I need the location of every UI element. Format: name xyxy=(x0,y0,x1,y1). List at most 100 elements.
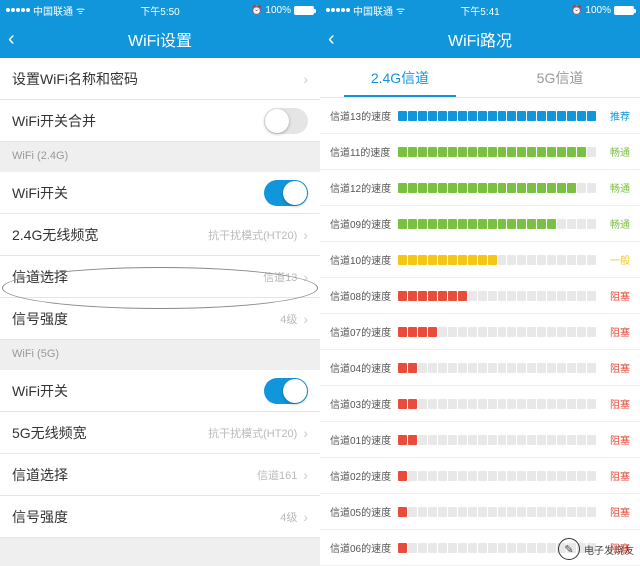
switch-wifi-5g[interactable] xyxy=(264,378,308,404)
channel-label: 信道01的速度 xyxy=(330,432,398,447)
settings-list: 设置WiFi名称和密码 › WiFi开关合并 WiFi (2.4G) WiFi开… xyxy=(0,58,320,538)
row-signal-5g[interactable]: 信号强度 4级 › xyxy=(0,496,320,538)
channel-bar xyxy=(398,111,596,121)
chevron-right-icon: › xyxy=(303,467,308,483)
section-header-5g: WiFi (5G) xyxy=(0,340,320,370)
channel-row[interactable]: 信道08的速度 阻塞 xyxy=(320,278,640,314)
switch-merge[interactable] xyxy=(264,108,308,134)
page-title: WiFi路况 xyxy=(448,27,512,51)
channel-status: 一般 xyxy=(600,252,630,267)
channel-status: 畅通 xyxy=(600,180,630,195)
channel-row[interactable]: 信道10的速度 一般 xyxy=(320,242,640,278)
chevron-right-icon: › xyxy=(303,509,308,525)
signal-dots-icon xyxy=(326,8,350,12)
channel-status: 畅通 xyxy=(600,144,630,159)
channel-label: 信道06的速度 xyxy=(330,540,398,555)
status-bar: 中国联通 ᯤ 下午5:41 ⏰ 100% xyxy=(320,0,640,20)
navbar: ‹ WiFi路况 xyxy=(320,20,640,58)
channel-bar xyxy=(398,291,596,301)
navbar: ‹ WiFi设置 xyxy=(0,20,320,58)
channel-row[interactable]: 信道04的速度 阻塞 xyxy=(320,350,640,386)
channel-row[interactable]: 信道03的速度 阻塞 xyxy=(320,386,640,422)
channel-label: 信道07的速度 xyxy=(330,324,398,339)
channel-bar xyxy=(398,363,596,373)
channel-status: 推荐 xyxy=(600,108,630,123)
row-wifi-switch-5g[interactable]: WiFi开关 xyxy=(0,370,320,412)
row-wifi-switch-24g[interactable]: WiFi开关 xyxy=(0,172,320,214)
channel-bar xyxy=(398,255,596,265)
phone-right: 中国联通 ᯤ 下午5:41 ⏰ 100% ‹ WiFi路况 2.4G信道 5G信… xyxy=(320,0,640,566)
channel-status: 阻塞 xyxy=(600,324,630,339)
channel-bar xyxy=(398,471,596,481)
channel-bar xyxy=(398,435,596,445)
chevron-right-icon: › xyxy=(303,71,308,87)
chevron-right-icon: › xyxy=(303,425,308,441)
channel-bar xyxy=(398,147,596,157)
row-bandwidth-5g[interactable]: 5G无线频宽 抗干扰模式(HT20) › xyxy=(0,412,320,454)
time-label: 下午5:50 xyxy=(140,3,179,18)
alarm-icon: ⏰ xyxy=(251,5,262,16)
channel-row[interactable]: 信道07的速度 阻塞 xyxy=(320,314,640,350)
battery-icon xyxy=(294,6,314,15)
channel-list: 信道13的速度推荐信道11的速度畅通信道12的速度畅通信道09的速度畅通信道10… xyxy=(320,98,640,566)
time-label: 下午5:41 xyxy=(460,3,499,18)
row-bandwidth-24g[interactable]: 2.4G无线频宽 抗干扰模式(HT20) › xyxy=(0,214,320,256)
carrier-label: 中国联通 xyxy=(353,3,393,18)
channel-bar xyxy=(398,183,596,193)
watermark-logo-icon: ✎ xyxy=(558,538,580,560)
battery-percent: 100% xyxy=(265,5,291,16)
row-signal-24g[interactable]: 信号强度 4级 › xyxy=(0,298,320,340)
channel-label: 信道04的速度 xyxy=(330,360,398,375)
channel-row[interactable]: 信道09的速度 畅通 xyxy=(320,206,640,242)
watermark-text: 电子发烧友 xyxy=(584,542,634,557)
battery-icon xyxy=(614,6,634,15)
watermark: ✎ 电子发烧友 xyxy=(558,538,634,560)
wifi-icon: ᯤ xyxy=(76,3,85,17)
section-header-24g: WiFi (2.4G) xyxy=(0,142,320,172)
channel-label: 信道03的速度 xyxy=(330,396,398,411)
row-switch-merge[interactable]: WiFi开关合并 xyxy=(0,100,320,142)
row-channel-5g[interactable]: 信道选择 信道161 › xyxy=(0,454,320,496)
channel-label: 信道13的速度 xyxy=(330,108,398,123)
channel-label: 信道11的速度 xyxy=(330,144,398,159)
row-name-password[interactable]: 设置WiFi名称和密码 › xyxy=(0,58,320,100)
channel-status: 阻塞 xyxy=(600,396,630,411)
channel-label: 信道10的速度 xyxy=(330,252,398,267)
row-channel-24g[interactable]: 信道选择 信道13 › xyxy=(0,256,320,298)
channel-label: 信道12的速度 xyxy=(330,180,398,195)
battery-percent: 100% xyxy=(585,5,611,16)
back-icon[interactable]: ‹ xyxy=(8,28,15,51)
carrier-label: 中国联通 xyxy=(33,3,73,18)
alarm-icon: ⏰ xyxy=(571,5,582,16)
channel-status: 阻塞 xyxy=(600,504,630,519)
back-icon[interactable]: ‹ xyxy=(328,28,335,51)
page-title: WiFi设置 xyxy=(128,27,192,51)
tab-5g[interactable]: 5G信道 xyxy=(480,58,640,97)
tab-24g[interactable]: 2.4G信道 xyxy=(320,58,480,97)
switch-wifi-24g[interactable] xyxy=(264,180,308,206)
channel-label: 信道09的速度 xyxy=(330,216,398,231)
channel-label: 信道08的速度 xyxy=(330,288,398,303)
channel-bar xyxy=(398,219,596,229)
channel-row[interactable]: 信道12的速度 畅通 xyxy=(320,170,640,206)
channel-bar xyxy=(398,507,596,517)
status-bar: 中国联通 ᯤ 下午5:50 ⏰ 100% xyxy=(0,0,320,20)
channel-status: 畅通 xyxy=(600,216,630,231)
channel-row[interactable]: 信道13的速度 推荐 xyxy=(320,98,640,134)
channel-row[interactable]: 信道11的速度 畅通 xyxy=(320,134,640,170)
channel-row[interactable]: 信道05的速度 阻塞 xyxy=(320,494,640,530)
tabs: 2.4G信道 5G信道 xyxy=(320,58,640,98)
signal-dots-icon xyxy=(6,8,30,12)
channel-status: 阻塞 xyxy=(600,360,630,375)
chevron-right-icon: › xyxy=(303,311,308,327)
channel-label: 信道05的速度 xyxy=(330,504,398,519)
channel-status: 阻塞 xyxy=(600,288,630,303)
channel-row[interactable]: 信道02的速度 阻塞 xyxy=(320,458,640,494)
channel-status: 阻塞 xyxy=(600,432,630,447)
chevron-right-icon: › xyxy=(303,269,308,285)
wifi-icon: ᯤ xyxy=(396,3,405,17)
channel-row[interactable]: 信道01的速度 阻塞 xyxy=(320,422,640,458)
channel-label: 信道02的速度 xyxy=(330,468,398,483)
channel-status: 阻塞 xyxy=(600,468,630,483)
channel-bar xyxy=(398,399,596,409)
